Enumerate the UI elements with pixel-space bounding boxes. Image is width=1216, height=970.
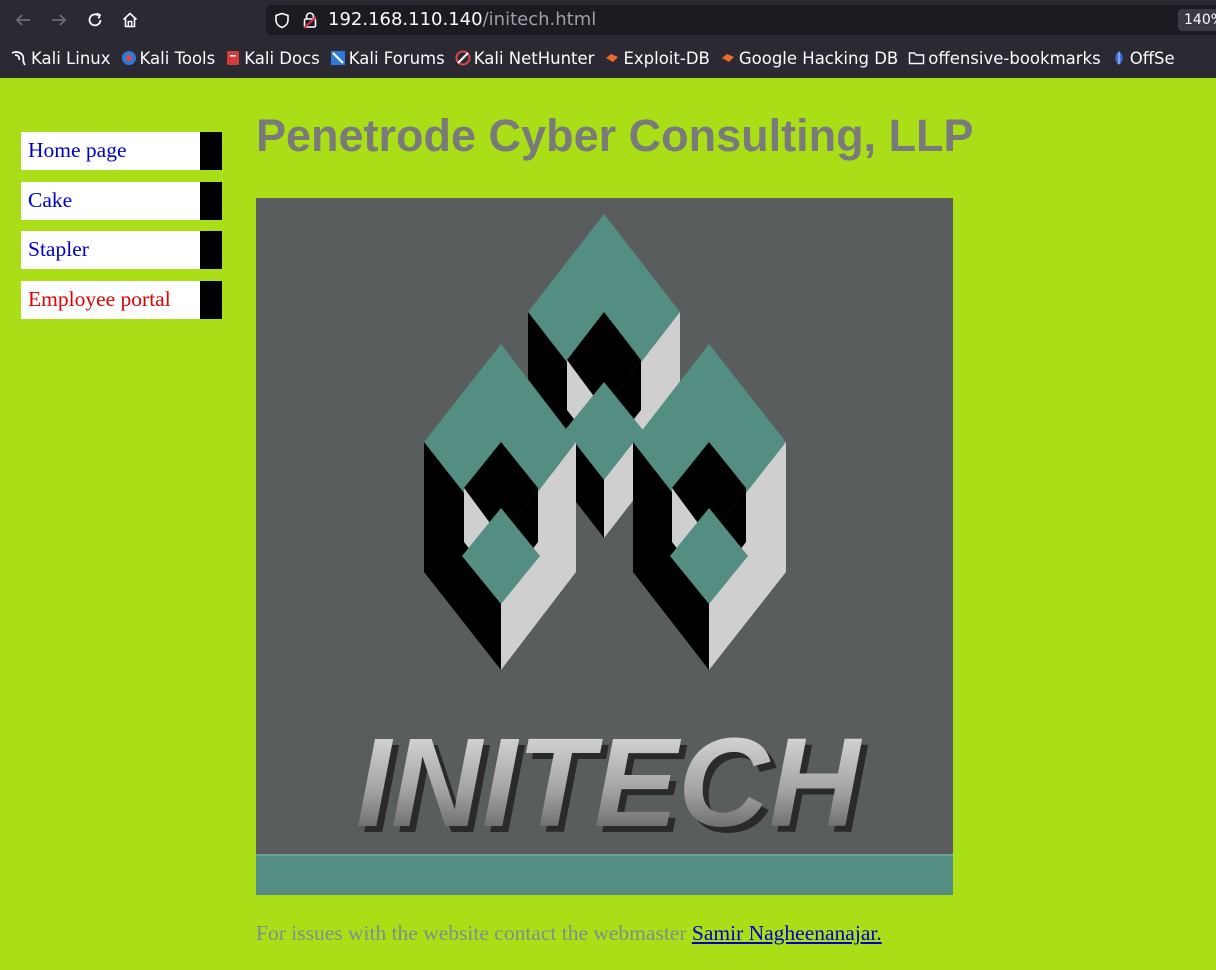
kali-tools-icon [121,51,136,65]
bookmark-kali-linux[interactable]: Kali Linux [10,49,111,68]
bookmark-kali-forums[interactable]: Kali Forums [330,49,445,68]
bookmark-kali-nethunter[interactable]: Kali NetHunter [455,48,595,68]
bookmark-exploit-db[interactable]: Exploit-DB [604,48,710,68]
page-title: Penetrode Cyber Consulting, LLP [256,110,974,161]
bookmark-folder-offensive[interactable]: offensive-bookmarks [908,48,1101,68]
offsec-icon [1114,51,1123,65]
nav-item-cake[interactable]: Cake [21,181,222,220]
sidebar-nav: Home page Cake Stapler Employee portal [21,132,222,330]
initech-logo-image: INITECH INITECH [256,198,953,895]
insecure-lock-icon[interactable] [302,11,318,29]
browser-toolbar: 192.168.110.140/initech.html 140% Kali L… [0,0,1216,78]
bookmark-label: Google Hacking DB [738,48,899,68]
nav-item-label: Cake [28,187,73,212]
bookmark-label: Kali Forums [348,48,445,68]
bookmark-label: Kali Docs [244,48,320,68]
kali-forums-icon [330,51,345,65]
forward-arrow-icon [52,14,67,26]
home-icon [122,12,138,28]
kali-docs-icon [227,51,240,65]
nav-item-label: Employee portal [28,286,171,311]
address-bar[interactable]: 192.168.110.140/initech.html 140% [266,5,1216,35]
footer-contact: For issues with the website contact the … [256,921,882,946]
bookmark-kali-docs[interactable]: Kali Docs [225,49,320,68]
bookmark-label: OffSe [1129,48,1175,68]
forward-button[interactable] [44,5,74,35]
bookmark-label: offensive-bookmarks [928,48,1101,68]
bookmark-offsec[interactable]: OffSe [1111,49,1175,68]
reload-button[interactable] [80,5,110,35]
bookmark-kali-tools[interactable]: Kali Tools [121,48,216,68]
nav-item-label: Home page [28,138,127,162]
url-text[interactable]: 192.168.110.140/initech.html [328,9,596,30]
bookmark-label: Exploit-DB [623,48,710,68]
home-button[interactable] [115,5,145,35]
url-host: 192.168.110.140 [328,9,483,30]
folder-icon [909,52,925,65]
back-button[interactable] [8,5,38,35]
webmaster-link[interactable]: Samir Nagheenanajar. [692,921,882,945]
nav-item-stapler[interactable]: Stapler [21,231,222,269]
nav-item-home-page[interactable]: Home page [21,132,222,170]
bookmarks-toolbar: Kali Linux Kali Tools Kali Docs Kali For… [10,45,1185,71]
logo-wordmark-shine: INITECH [356,712,863,853]
reload-icon [88,12,102,27]
url-path: /initech.html [482,9,597,30]
nav-item-employee-portal[interactable]: Employee portal [21,280,222,319]
zoom-level-badge[interactable]: 140% [1178,9,1216,31]
bookmark-label: Kali NetHunter [473,48,595,68]
footer-text: For issues with the website contact the … [256,921,692,945]
tracking-shield-icon[interactable] [274,12,290,29]
kali-dragon-icon [11,51,26,66]
bookmark-label: Kali Tools [139,48,216,68]
bookmark-google-hacking-db[interactable]: Google Hacking DB [720,49,898,68]
exploit-db-icon [606,54,619,62]
ghdb-icon [721,54,734,62]
back-arrow-icon [15,14,30,26]
kali-nethunter-icon [455,50,471,66]
nav-item-label: Stapler [28,237,89,261]
bookmark-label: Kali Linux [31,48,111,68]
